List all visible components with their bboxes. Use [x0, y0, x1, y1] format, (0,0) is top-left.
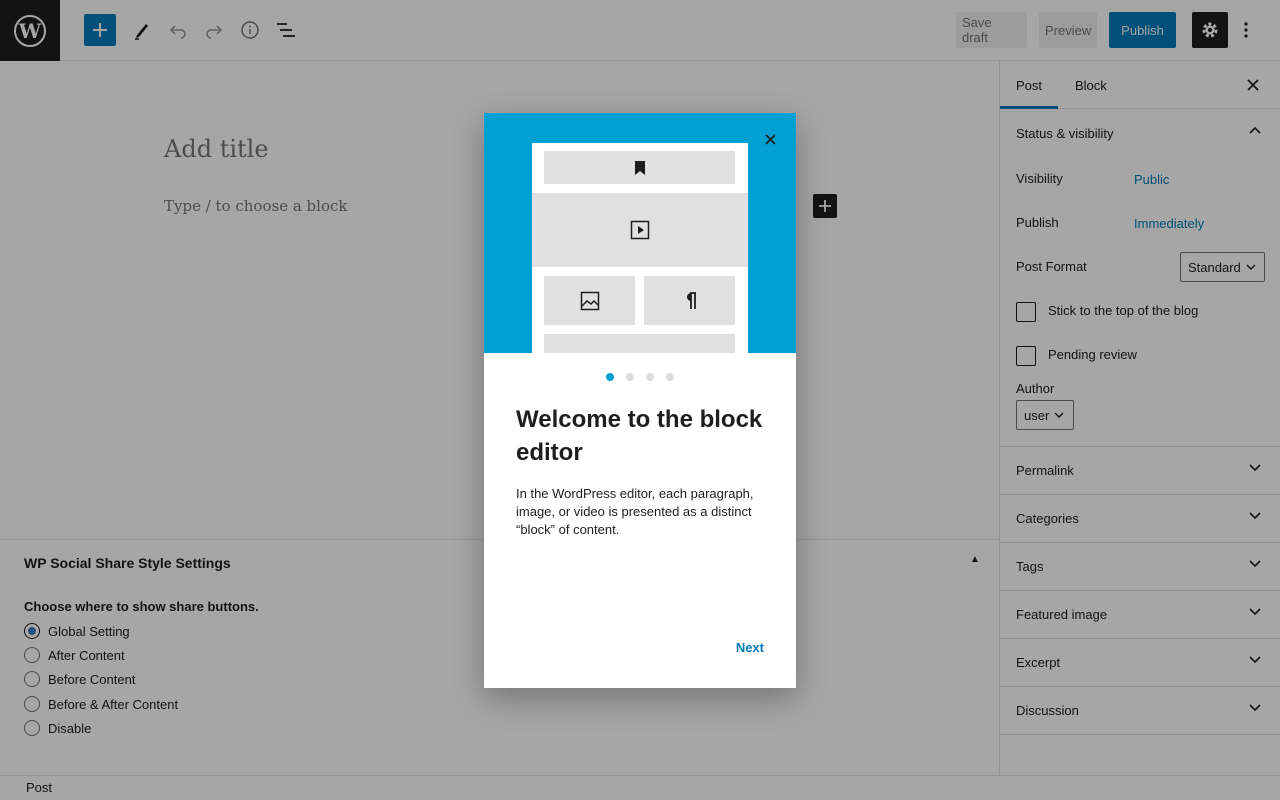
page-dot[interactable]	[646, 373, 654, 381]
page-dot[interactable]	[626, 373, 634, 381]
modal-description: In the WordPress editor, each paragraph,…	[516, 486, 754, 537]
welcome-illustration	[484, 113, 796, 353]
placeholder-block	[544, 334, 735, 353]
bookmark-block	[544, 151, 735, 184]
paragraph-block	[644, 276, 735, 325]
video-block	[532, 193, 748, 267]
next-button[interactable]: Next	[724, 640, 764, 660]
modal-title: Welcome to the block editor	[516, 406, 763, 466]
image-icon	[580, 291, 599, 310]
video-icon	[630, 220, 650, 240]
page-indicator	[484, 373, 796, 383]
close-icon[interactable]	[758, 127, 782, 151]
editor-illustration	[532, 143, 748, 353]
page-dot[interactable]	[606, 373, 614, 381]
welcome-guide-modal: Welcome to the block editor In the WordP…	[484, 113, 796, 688]
bookmark-icon	[634, 160, 645, 175]
paragraph-icon	[686, 291, 696, 309]
image-block	[544, 276, 635, 325]
page-dot[interactable]	[666, 373, 674, 381]
